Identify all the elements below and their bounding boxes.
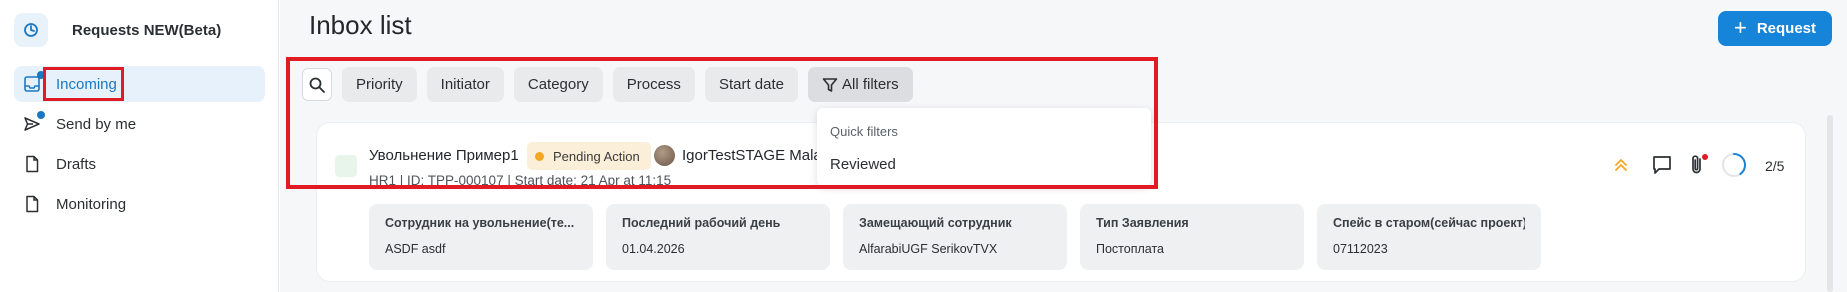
new-request-button[interactable]: + Request xyxy=(1718,11,1832,46)
field-value: Постоплата xyxy=(1096,242,1164,256)
sidebar-item-monitoring[interactable]: Monitoring xyxy=(14,186,265,222)
app-title: Requests NEW(Beta) xyxy=(72,21,222,39)
field-value: AlfarabiUGF SerikovTVX xyxy=(859,242,998,256)
scrollbar[interactable] xyxy=(1827,115,1833,292)
app-root: Requests NEW(Beta) Incoming Send by me D… xyxy=(0,0,1847,292)
card-actions xyxy=(1614,152,1747,178)
sidebar-item-label: Monitoring xyxy=(56,195,127,213)
sidebar-item-label: Drafts xyxy=(56,155,97,173)
field-label: Спейс в старом(сейчас проект) xyxy=(1333,216,1525,230)
comment-icon[interactable] xyxy=(1651,154,1673,176)
attachment-badge xyxy=(1702,154,1708,160)
progress-count: 2/5 xyxy=(1765,158,1785,174)
field-value: 07112023 xyxy=(1333,242,1388,256)
plus-icon: + xyxy=(1733,14,1747,40)
refresh-icon xyxy=(14,13,48,47)
unread-dot xyxy=(37,111,45,119)
field-card: Замещающий сотрудник AlfarabiUGF Serikov… xyxy=(843,204,1067,270)
sidebar-item-drafts[interactable]: Drafts xyxy=(14,146,265,182)
document-icon xyxy=(22,194,42,214)
send-icon xyxy=(22,111,45,134)
document-icon xyxy=(22,154,42,174)
field-label: Сотрудник на увольнение(те... xyxy=(385,216,575,230)
filter-highlight-box xyxy=(286,57,1158,189)
field-card: Тип Заявления Постоплата xyxy=(1080,204,1304,270)
field-card: Последний рабочий день 01.04.2026 xyxy=(606,204,830,270)
sidebar-item-label: Send by me xyxy=(56,115,137,133)
sidebar: Requests NEW(Beta) Incoming Send by me D… xyxy=(0,0,279,292)
field-label: Тип Заявления xyxy=(1096,216,1189,230)
brand[interactable]: Requests NEW(Beta) xyxy=(14,12,221,48)
field-value: ASDF asdf xyxy=(385,242,446,256)
incoming-highlight-box xyxy=(43,67,124,101)
field-label: Последний рабочий день xyxy=(622,216,781,230)
progress-ring xyxy=(1721,152,1747,178)
field-card: Сотрудник на увольнение(те... ASDF asdf xyxy=(369,204,593,270)
inbox-icon xyxy=(22,71,45,94)
field-label: Замещающий сотрудник xyxy=(859,216,1012,230)
field-value: 01.04.2026 xyxy=(622,242,685,256)
page-title: Inbox list xyxy=(309,10,412,40)
sidebar-item-send-by-me[interactable]: Send by me xyxy=(14,106,265,142)
request-button-label: Request xyxy=(1756,20,1817,37)
request-fields: Сотрудник на увольнение(те... ASDF asdf … xyxy=(369,204,1541,270)
attachment-icon[interactable] xyxy=(1687,154,1708,176)
priority-high-icon xyxy=(1614,157,1628,173)
field-card: Спейс в старом(сейчас проект) 07112023 xyxy=(1317,204,1541,270)
